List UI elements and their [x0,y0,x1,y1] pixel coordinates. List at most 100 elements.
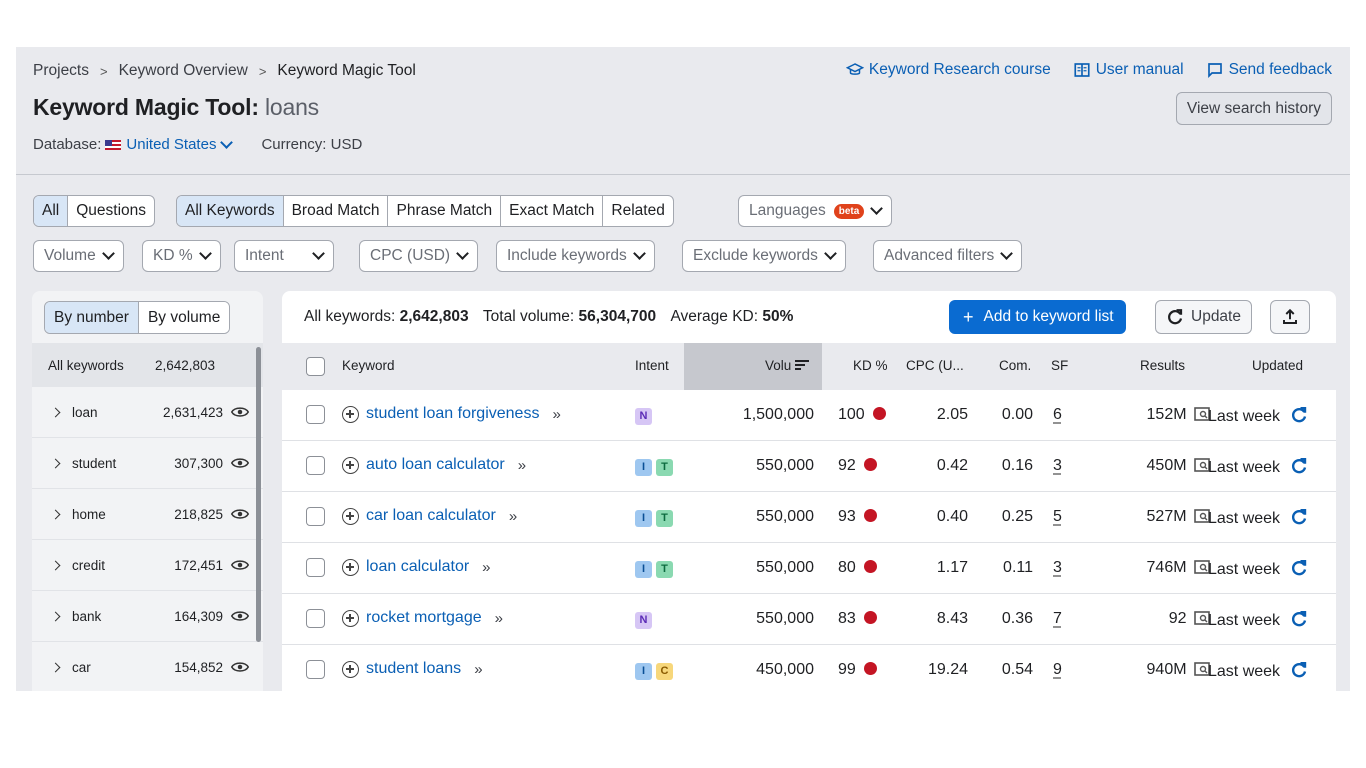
keyword-link[interactable]: loan calculator [366,558,469,576]
keyword-link[interactable]: auto loan calculator [366,456,505,474]
eye-icon[interactable] [231,457,249,469]
double-chevron-icon[interactable]: » [552,406,560,423]
cpc-filter[interactable]: CPC (USD) [359,240,479,272]
keyword-link[interactable]: rocket mortgage [366,609,482,627]
col-kd[interactable]: KD % [853,358,888,373]
exclude-keywords-filter[interactable]: Exclude keywords [682,240,846,272]
col-intent[interactable]: Intent [635,358,669,373]
keyword-group-row[interactable]: bank 164,309 [32,591,263,642]
keyword-group-row[interactable]: student 307,300 [32,438,263,489]
double-chevron-icon[interactable]: » [495,610,503,627]
col-com[interactable]: Com. [999,358,1031,373]
results-value: 746M [1146,559,1187,576]
refresh-icon[interactable] [1290,457,1308,475]
all-keywords-group[interactable]: All keywords 2,642,803 [32,343,263,387]
col-keyword[interactable]: Keyword [342,358,395,373]
intent-badge-T: T [656,510,673,527]
results-cell[interactable]: 152M [1147,406,1210,424]
include-keywords-filter[interactable]: Include keywords [496,240,655,272]
refresh-icon[interactable] [1290,661,1308,679]
intent-filter[interactable]: Intent [234,240,334,272]
keyword-group-row[interactable]: credit 172,451 [32,540,263,591]
tab-questions[interactable]: Questions [68,196,154,226]
select-all-checkbox[interactable] [306,357,325,376]
course-link[interactable]: Keyword Research course [845,61,1051,79]
tab-broad-match[interactable]: Broad Match [284,196,389,226]
refresh-icon[interactable] [1290,508,1308,526]
volume-filter[interactable]: Volume [33,240,124,272]
view-search-history-button[interactable]: View search history [1175,92,1332,125]
keyword-group-row[interactable]: car 154,852 [32,642,263,691]
eye-icon[interactable] [231,406,249,418]
col-sf[interactable]: SF [1051,358,1068,373]
eye-icon[interactable] [231,661,249,673]
results-cell[interactable]: 746M [1147,559,1210,577]
user-manual-link[interactable]: User manual [1073,61,1184,79]
kd-filter[interactable]: KD % [142,240,221,272]
col-results[interactable]: Results [1140,358,1185,373]
keyword-link[interactable]: student loan forgiveness [366,405,539,423]
database-select[interactable]: United States [126,135,234,153]
keyword-group-row[interactable]: loan 2,631,423 [32,387,263,438]
sf-cell[interactable]: 3 [1053,457,1062,475]
eye-icon[interactable] [231,508,249,520]
sf-cell[interactable]: 3 [1053,559,1062,577]
eye-icon[interactable] [231,559,249,571]
refresh-icon[interactable] [1290,559,1308,577]
sf-cell[interactable]: 7 [1053,610,1062,628]
col-volume[interactable]: Volu [765,358,810,373]
tab-exact-match[interactable]: Exact Match [501,196,604,226]
row-checkbox[interactable] [306,660,325,679]
keyword-cell: auto loan calculator » [342,456,526,474]
by-volume-button[interactable]: By volume [138,302,230,333]
volume-cell: 550,000 [756,559,814,576]
double-chevron-icon[interactable]: » [509,508,517,525]
keyword-link[interactable]: student loans [366,660,461,678]
double-chevron-icon[interactable]: » [474,661,482,678]
tab-all[interactable]: All [34,196,69,226]
row-checkbox[interactable] [306,456,325,475]
add-to-keyword-list-button[interactable]: + Add to keyword list [949,300,1126,334]
double-chevron-icon[interactable]: » [518,457,526,474]
sf-cell[interactable]: 9 [1053,661,1062,679]
row-checkbox[interactable] [306,558,325,577]
add-keyword-icon[interactable] [342,660,359,678]
volume-cell: 1,500,000 [742,406,814,423]
by-number-button[interactable]: By number [45,302,139,333]
results-cell[interactable]: 527M [1147,508,1210,526]
add-keyword-icon[interactable] [342,507,359,525]
col-cpc[interactable]: CPC (U... [906,358,964,373]
double-chevron-icon[interactable]: » [482,559,490,576]
sf-cell[interactable]: 6 [1053,406,1062,424]
add-keyword-icon[interactable] [342,558,359,576]
export-button[interactable] [1270,300,1310,334]
row-checkbox[interactable] [306,609,325,628]
tab-all-keywords[interactable]: All Keywords [177,196,284,226]
add-keyword-icon[interactable] [342,456,359,474]
results-cell[interactable]: 450M [1147,457,1210,475]
add-keyword-icon[interactable] [342,405,359,423]
col-updated[interactable]: Updated [1252,358,1303,373]
sf-cell[interactable]: 5 [1053,508,1062,526]
refresh-icon[interactable] [1290,610,1308,628]
row-checkbox[interactable] [306,405,325,424]
row-checkbox[interactable] [306,507,325,526]
refresh-icon[interactable] [1290,406,1308,424]
advanced-filters-label: Advanced filters [884,247,995,264]
languages-dropdown[interactable]: Languages beta [738,195,893,227]
advanced-filters[interactable]: Advanced filters [873,240,1023,272]
breadcrumb-projects[interactable]: Projects [33,62,89,80]
tab-related[interactable]: Related [603,196,672,226]
chevron-right-icon [50,509,61,519]
send-feedback-link[interactable]: Send feedback [1206,61,1332,79]
results-cell[interactable]: 92 [1169,610,1210,628]
keyword-link[interactable]: car loan calculator [366,507,496,525]
tab-phrase-match[interactable]: Phrase Match [388,196,502,226]
update-button[interactable]: Update [1155,300,1252,334]
keyword-group-row[interactable]: home 218,825 [32,489,263,540]
groups-scrollbar[interactable] [256,347,261,642]
breadcrumb-keyword-overview[interactable]: Keyword Overview [119,62,248,80]
results-cell[interactable]: 940M [1147,661,1210,679]
add-keyword-icon[interactable] [342,609,359,627]
eye-icon[interactable] [231,610,249,622]
